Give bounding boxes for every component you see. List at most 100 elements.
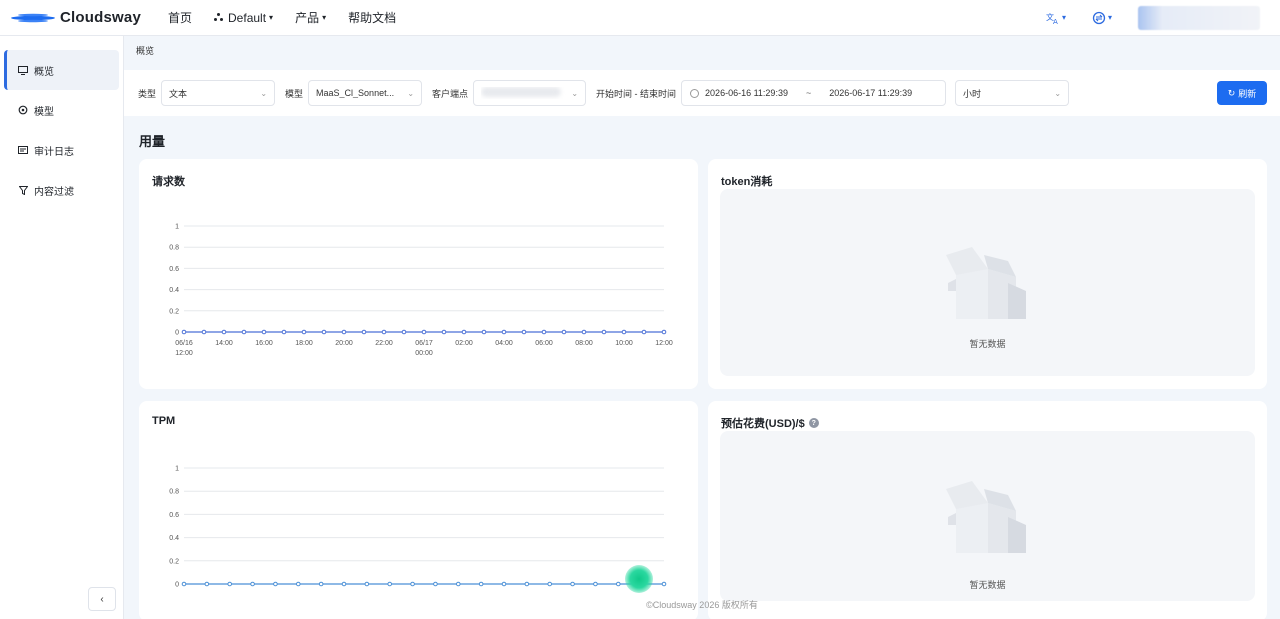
- brand-name: Cloudsway: [60, 9, 141, 26]
- footer-copyright: ©Cloudsway 2026 版权所有: [646, 600, 758, 610]
- translate-icon: 文 A: [1046, 12, 1058, 24]
- data-point: [561, 329, 567, 335]
- sidebar: 概览 模型 审计日志 内容过滤 ‹: [0, 36, 124, 619]
- region-switcher[interactable]: ▾: [1092, 11, 1112, 25]
- chevron-down-icon: ▾: [1061, 13, 1066, 22]
- data-point: [570, 581, 575, 587]
- data-point: [621, 329, 627, 335]
- data-point: [181, 329, 187, 335]
- chevron-down-icon: ⌄: [260, 88, 268, 98]
- data-point: [455, 581, 461, 587]
- data-point: [273, 581, 278, 587]
- x-tick-label: 00:00: [415, 350, 433, 357]
- granularity-value: 小时: [963, 88, 982, 99]
- x-tick-label: 06:00: [535, 340, 553, 347]
- y-tick-label: 0.2: [169, 558, 179, 565]
- data-point: [201, 329, 207, 335]
- y-tick-label: 0.4: [169, 287, 179, 294]
- chevron-down-icon: ⌄: [1054, 88, 1062, 98]
- sidebar-item-models[interactable]: 模型: [4, 90, 119, 130]
- products-label: 产品: [295, 11, 320, 25]
- empty-box-icon: [946, 481, 1026, 553]
- sidebar-item-audit-log[interactable]: 审计日志: [4, 130, 119, 170]
- start-time: 2026-06-16 11:29:39: [705, 88, 788, 98]
- data-point: [227, 581, 233, 587]
- y-tick-label: 0.6: [169, 512, 179, 519]
- data-point: [281, 329, 287, 335]
- time-range-picker[interactable]: 2026-06-16 11:29:39 ~ 2026-06-17 11:29:3…: [681, 80, 947, 106]
- workspace-icon: [214, 13, 224, 22]
- data-point: [301, 329, 307, 335]
- nav-home[interactable]: 首页: [168, 9, 192, 26]
- data-point: [387, 581, 393, 587]
- top-navbar: Cloudsway 首页 Default ▾ 产品 ▾ 帮助文档 文 A ▾ ▾: [0, 0, 1280, 36]
- model-label: 模型: [285, 88, 304, 99]
- y-tick-label: 0.4: [169, 535, 179, 542]
- tpm-card: TPM 1 0.8 0.6 0.4 0.2 0: [139, 401, 698, 619]
- data-point: [521, 329, 527, 335]
- help-icon[interactable]: ?: [808, 418, 819, 428]
- x-tick-label: 16:00: [255, 340, 273, 347]
- data-point: [461, 329, 467, 335]
- sidebar-item-label: 概览: [34, 66, 54, 78]
- endpoint-label: 客户端点: [432, 88, 469, 99]
- y-tick-label: 0.6: [169, 266, 179, 273]
- sidebar-item-overview[interactable]: 概览: [4, 50, 119, 90]
- tpm-line-chart: 1 0.8 0.6 0.4 0.2 0: [169, 466, 667, 589]
- chevron-down-icon: ⌄: [407, 88, 415, 98]
- data-point: [241, 329, 247, 335]
- sidebar-collapse-button[interactable]: ‹: [88, 587, 116, 611]
- token-card-title: token消耗: [721, 176, 773, 188]
- requests-line-chart: 1 0.8 0.6 0.4 0.2 0 06/16 12:00 14:00 16:00 18:00 2…: [169, 224, 673, 358]
- logo[interactable]: Cloudsway: [10, 9, 160, 26]
- model-select[interactable]: MaaS_Cl_Sonnet... ⌄: [308, 80, 423, 106]
- data-point: [601, 329, 607, 335]
- data-point: [501, 329, 507, 335]
- data-point: [321, 329, 327, 335]
- data-point: [641, 329, 647, 335]
- x-tick-label: 04:00: [495, 340, 513, 347]
- workspace-dropdown[interactable]: Default ▾: [214, 11, 273, 25]
- x-tick-label: 06/17: [415, 340, 433, 347]
- y-tick-label: 0.8: [169, 489, 179, 496]
- data-point: [441, 329, 447, 335]
- language-switcher[interactable]: 文 A ▾: [1046, 12, 1066, 24]
- floating-assistant-button[interactable]: [625, 565, 653, 593]
- refresh-label: 刷新: [1238, 88, 1257, 99]
- y-tick-label: 0: [175, 582, 179, 589]
- refresh-button[interactable]: ↻ 刷新: [1217, 81, 1267, 105]
- data-point: [361, 329, 367, 335]
- empty-text: 暂无数据: [969, 339, 1006, 349]
- range-separator: ~: [805, 88, 812, 98]
- endpoint-select[interactable]: ⌄: [473, 80, 587, 106]
- products-dropdown[interactable]: 产品 ▾: [295, 9, 326, 26]
- data-point: [364, 581, 370, 587]
- x-tick-label: 18:00: [295, 340, 313, 347]
- y-tick-label: 0.8: [169, 245, 179, 252]
- sidebar-item-content-filter[interactable]: 内容过滤: [4, 170, 119, 210]
- data-point: [593, 581, 598, 587]
- type-select[interactable]: 文本 ⌄: [161, 80, 276, 106]
- chevron-down-icon: ⌄: [571, 88, 579, 98]
- data-point: [547, 581, 553, 587]
- model-icon: [18, 105, 28, 115]
- granularity-select[interactable]: 小时 ⌄: [955, 80, 1070, 106]
- x-tick-label: 22:00: [375, 340, 393, 347]
- nav-home-label: 首页: [168, 11, 193, 25]
- data-point: [318, 581, 324, 587]
- x-tick-label: 08:00: [575, 340, 593, 347]
- data-point: [524, 581, 530, 587]
- y-tick-label: 0: [175, 330, 179, 337]
- data-point: [433, 581, 438, 587]
- clock-icon: [690, 88, 700, 98]
- data-point: [410, 581, 415, 587]
- x-tick-label: 20:00: [335, 340, 353, 347]
- x-tick-label: 12:00: [655, 340, 673, 347]
- data-point: [221, 329, 227, 335]
- x-tick-label: 10:00: [615, 340, 633, 347]
- nav-docs[interactable]: 帮助文档: [348, 9, 396, 26]
- data-point: [204, 581, 210, 587]
- data-point: [261, 329, 267, 335]
- cost-card-title-wrap: 预估花费(USD)/$ ?: [721, 415, 819, 431]
- user-account-menu[interactable]: [1138, 5, 1260, 30]
